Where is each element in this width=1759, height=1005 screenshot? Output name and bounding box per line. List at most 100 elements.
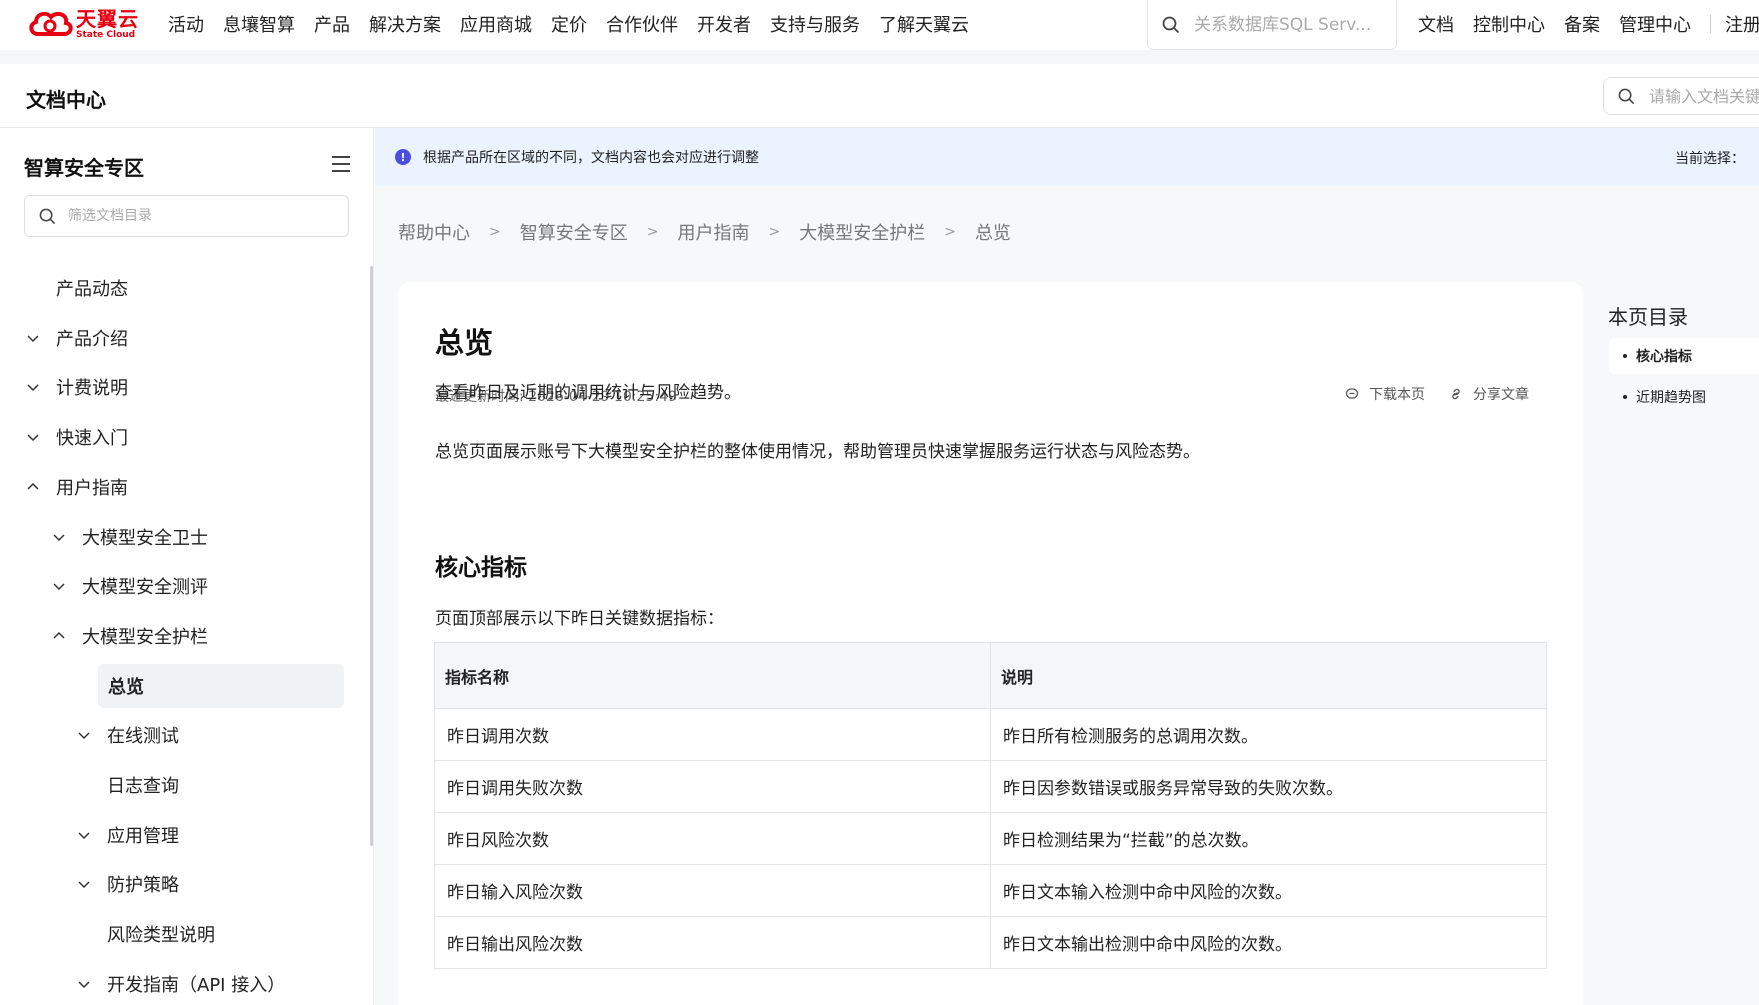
sidebar-item[interactable]: 日志查询 [77,763,179,807]
doc-center-header: 文档中心 [0,64,1759,128]
region-selector-label[interactable]: 当前选择： [1675,148,1745,168]
sidebar-item[interactable]: 在线测试 [77,713,179,757]
metric-description: 昨日文本输入检测中命中风险的次数。 [990,864,1547,917]
doc-center-title[interactable]: 文档中心 [26,84,106,113]
chevron-right-icon: > [489,224,501,240]
breadcrumb: 帮助中心 > 智算安全专区 > 用户指南 > 大模型安全护栏 > 总览 [398,219,1011,245]
chevron-down-icon[interactable] [77,828,91,842]
metric-name: 昨日输入风险次数 [434,864,991,917]
nav-divider [1710,15,1711,33]
sidebar-item-label: 日志查询 [107,776,179,797]
column-header: 指标名称 [434,642,991,709]
bullet-icon [1623,354,1627,358]
nav-item-filing[interactable]: 备案 [1564,11,1600,37]
nav-item-partners[interactable]: 合作伙伴 [606,11,678,37]
nav-item-products[interactable]: 产品 [314,11,350,37]
chevron-up-icon[interactable] [52,629,66,643]
toc-item-label: 核心指标 [1636,349,1692,365]
share-article-button[interactable]: 分享文章 [1449,384,1529,404]
sidebar-item[interactable]: 防护策略 [77,862,179,906]
metric-description: 昨日所有检测服务的总调用次数。 [990,708,1547,761]
nav-item-developers[interactable]: 开发者 [697,11,751,37]
sidebar-item[interactable]: 大模型安全护栏 [52,614,208,658]
logo-cn-text: 天翼云 [76,6,139,31]
toc-item-trend-chart[interactable]: 近期趋势图 [1609,379,1759,415]
sidebar-item-label: 大模型安全卫士 [82,527,208,549]
chevron-down-icon[interactable] [26,430,40,444]
sidebar-filter-input[interactable] [68,208,328,224]
nav-item-marketplace[interactable]: 应用商城 [460,11,532,37]
chevron-down-icon[interactable] [26,380,40,394]
table-row: 昨日风险次数 昨日检测结果为“拦截”的总次数。 [434,812,1547,865]
link-icon [1449,387,1463,401]
nav-item-management[interactable]: 管理中心 [1619,11,1691,37]
sidebar-scrollbar[interactable] [370,266,373,846]
breadcrumb-item[interactable]: 用户指南 [677,219,749,245]
sidebar-item[interactable]: 产品动态 [26,266,128,310]
sidebar-item[interactable]: 大模型安全测评 [52,564,208,608]
search-icon [1162,16,1180,33]
chevron-down-icon[interactable] [52,530,66,544]
nav-item-about[interactable]: 了解天翼云 [879,11,969,37]
chevron-down-icon[interactable] [77,877,91,891]
sidebar-item-label: 应用管理 [107,825,179,847]
intro-paragraph: 查看昨日及近期的调用统计与风险趋势。 [435,383,741,403]
breadcrumb-item[interactable]: 大模型安全护栏 [799,219,925,245]
sidebar-filter-box[interactable] [24,195,349,237]
sidebar-item[interactable]: 计费说明 [26,365,128,409]
sidebar-item-label: 用户指南 [56,477,128,499]
nav-item-docs[interactable]: 文档 [1418,11,1454,37]
sidebar-item-label: 在线测试 [107,726,179,748]
chevron-down-icon[interactable] [52,579,66,593]
nav-item-solutions[interactable]: 解决方案 [369,11,441,37]
brand-logo[interactable]: 天翼云 State Cloud [26,8,139,40]
chevron-right-icon: > [768,224,781,240]
sidebar-item-label: 防护策略 [107,875,179,897]
table-row: 昨日调用失败次数 昨日因参数错误或服务异常导致的失败次数。 [434,760,1547,813]
register-link[interactable]: 注册 [1725,11,1759,37]
nav-item-support[interactable]: 支持与服务 [770,11,860,37]
info-icon: ! [395,149,411,165]
menu-icon[interactable] [332,156,350,172]
nav-item-pricing[interactable]: 定价 [551,11,587,37]
nav-item-console[interactable]: 控制中心 [1473,11,1545,37]
sidebar-item[interactable]: 快速入门 [26,415,128,459]
doc-search-input[interactable] [1649,86,1759,106]
download-page-button[interactable]: 下载本页 [1345,384,1425,404]
chevron-right-icon: > [646,224,659,240]
sidebar-item[interactable]: 风险类型说明 [77,912,215,956]
metrics-table: 指标名称 说明 昨日调用次数 昨日所有检测服务的总调用次数。 昨日调用失败次数 … [434,642,1547,969]
sidebar-item[interactable]: 大模型安全卫士 [52,515,208,559]
sidebar-item-label: 风险类型说明 [107,925,215,947]
chevron-down-icon[interactable] [77,728,91,742]
chevron-up-icon[interactable] [26,480,40,494]
logo-en-text: State Cloud [76,29,136,40]
table-row: 昨日调用次数 昨日所有检测服务的总调用次数。 [434,708,1547,761]
sidebar-item[interactable]: 总览 [98,663,344,708]
chevron-down-icon[interactable] [26,331,40,345]
breadcrumb-item[interactable]: 智算安全专区 [520,219,628,245]
sidebar-item[interactable]: 产品介绍 [26,316,128,360]
global-search-input[interactable] [1194,14,1384,35]
global-search-box[interactable] [1147,0,1397,50]
sidebar-item[interactable]: 开发指南（API 接入） [77,962,285,1005]
doc-search-box[interactable] [1603,77,1759,115]
sidebar-item-label: 总览 [108,676,144,698]
metric-description: 昨日检测结果为“拦截”的总次数。 [990,812,1547,865]
sidebar-title: 智算安全专区 [24,156,144,180]
sidebar-item[interactable]: 用户指南 [26,465,128,509]
table-header-row: 指标名称 说明 [434,642,1547,709]
toc-title: 本页目录 [1608,305,1688,329]
cloud-logo-icon [26,8,74,40]
breadcrumb-item[interactable]: 帮助中心 [398,219,470,245]
sidebar-item-label: 开发指南（API 接入） [107,974,286,996]
nav-item-activity[interactable]: 活动 [168,11,204,37]
nav-item-xirang[interactable]: 息壤智算 [223,11,295,37]
top-navbar: 天翼云 State Cloud 活动 息壤智算 产品 解决方案 应用商城 定价 … [0,0,1759,50]
toc-item-core-metrics[interactable]: 核心指标 [1609,338,1759,374]
page-title: 总览 [435,326,494,360]
chevron-down-icon[interactable] [77,977,91,991]
sidebar-item[interactable]: 应用管理 [77,813,179,857]
sidebar-item-label: 产品介绍 [56,328,128,350]
metric-description: 昨日因参数错误或服务异常导致的失败次数。 [990,760,1547,813]
